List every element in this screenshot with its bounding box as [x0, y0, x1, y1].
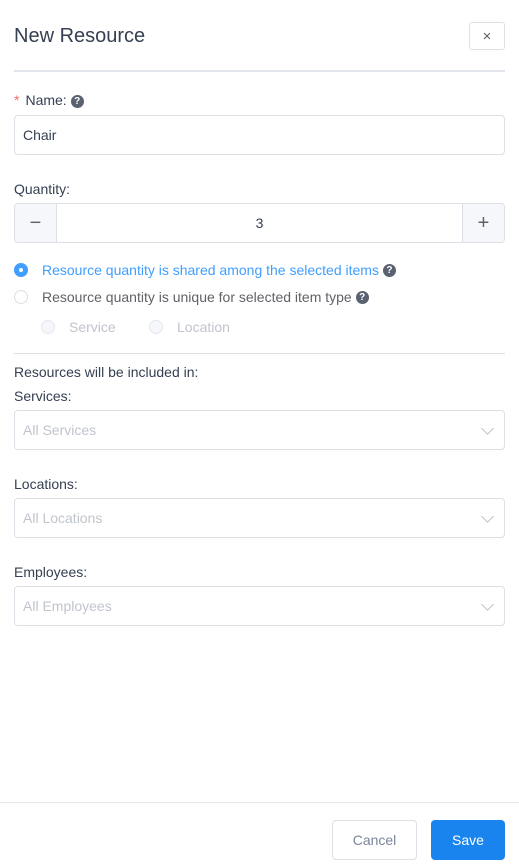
inclusion-heading: Resources will be included in:	[14, 364, 199, 380]
name-label-text: Name:	[25, 92, 67, 108]
section-divider	[14, 353, 505, 354]
services-label: Services:	[14, 388, 72, 404]
chevron-down-icon	[481, 598, 494, 611]
cancel-button[interactable]: Cancel	[332, 820, 417, 860]
name-input-value: Chair	[23, 127, 57, 143]
radio-unique[interactable]: Resource quantity is unique for selected…	[14, 289, 369, 305]
name-input[interactable]: Chair	[14, 115, 505, 155]
radio-shared-label: Resource quantity is shared among the se…	[42, 262, 379, 278]
radio-service-label: Service	[69, 319, 116, 335]
locations-placeholder: All Locations	[23, 510, 103, 526]
decrement-button[interactable]: −	[15, 204, 57, 242]
help-icon[interactable]: ?	[355, 290, 369, 304]
radio-unchecked-icon[interactable]	[14, 290, 28, 304]
locations-select[interactable]: All Locations	[14, 498, 505, 538]
quantity-input[interactable]: 3	[57, 204, 462, 242]
chevron-down-icon	[481, 422, 494, 435]
employees-placeholder: All Employees	[23, 598, 112, 614]
services-select[interactable]: All Services	[14, 410, 505, 450]
help-icon[interactable]: ?	[70, 95, 84, 108]
radio-unique-label: Resource quantity is unique for selected…	[42, 289, 352, 305]
plus-icon: +	[477, 211, 490, 234]
save-button[interactable]: Save	[431, 820, 505, 860]
chevron-down-icon	[481, 510, 494, 523]
radio-shared[interactable]: Resource quantity is shared among the se…	[14, 262, 396, 278]
increment-button[interactable]: +	[462, 204, 504, 242]
minus-icon: −	[29, 211, 42, 234]
employees-select[interactable]: All Employees	[14, 586, 505, 626]
dialog-footer: Cancel Save	[0, 802, 519, 868]
dialog-title: New Resource	[14, 25, 146, 47]
help-icon[interactable]: ?	[382, 263, 396, 277]
radio-location-label: Location	[177, 319, 230, 335]
name-label: * Name:?	[14, 92, 84, 108]
services-placeholder: All Services	[23, 422, 97, 438]
locations-label: Locations:	[14, 476, 78, 492]
quantity-stepper: − 3 +	[14, 203, 505, 243]
required-mark: *	[14, 92, 20, 108]
dialog-header: New Resource ×	[14, 0, 505, 72]
radio-checked-icon[interactable]	[14, 263, 28, 277]
radio-service[interactable]: Service	[41, 319, 116, 335]
radio-disabled-icon[interactable]	[149, 320, 163, 334]
radio-location[interactable]: Location	[149, 319, 230, 335]
employees-label: Employees:	[14, 564, 88, 580]
quantity-label: Quantity:	[14, 181, 71, 197]
radio-disabled-icon[interactable]	[41, 320, 55, 334]
close-icon: ×	[482, 27, 492, 45]
close-button[interactable]: ×	[469, 22, 505, 50]
